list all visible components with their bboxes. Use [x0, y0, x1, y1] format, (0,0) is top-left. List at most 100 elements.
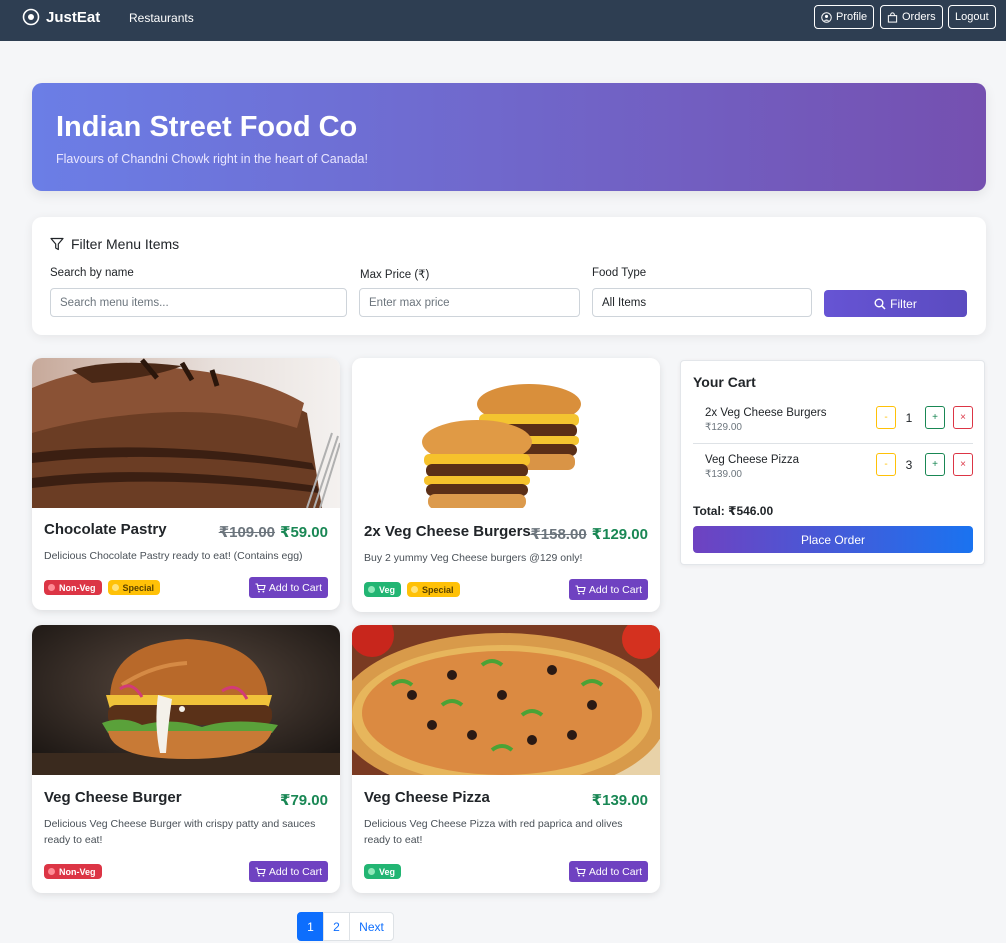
logout-label: Logout	[955, 11, 989, 23]
two-burgers-image	[352, 358, 660, 508]
page-2-button[interactable]: 2	[323, 912, 350, 941]
cart-item: 2x Veg Cheese Burgers ₹129.00 - 1 + ×	[693, 401, 973, 447]
item-price: ₹109.00 ₹59.00	[219, 523, 328, 541]
item-new-price: ₹139.00	[591, 792, 648, 809]
increase-qty-button[interactable]: +	[925, 453, 945, 476]
cart-item-price: ₹139.00	[705, 469, 742, 480]
add-to-cart-label: Add to Cart	[588, 865, 642, 878]
add-to-cart-button[interactable]: Add to Cart	[248, 577, 328, 598]
pagination: 1 2 Next	[297, 912, 394, 941]
item-description: Delicious Veg Cheese Burger with crispy …	[44, 818, 316, 846]
veg-badge: Veg	[364, 864, 402, 879]
page-1-button[interactable]: 1	[297, 912, 324, 941]
star-icon	[111, 584, 119, 591]
navbar: JustEat Restaurants Profile Orders Logou…	[0, 0, 1006, 41]
item-name: Veg Cheese Pizza	[364, 789, 490, 806]
add-to-cart-label: Add to Cart	[268, 865, 322, 878]
max-price-label: Max Price (₹)	[360, 269, 430, 281]
cart-item-qty: 3	[905, 458, 913, 472]
item-badges: Non-Veg	[44, 864, 102, 879]
menu-card: Veg Cheese Pizza ₹139.00 Delicious Veg C…	[352, 625, 660, 893]
item-badges: Veg	[364, 864, 402, 879]
non-veg-badge: Non-Veg	[44, 864, 102, 879]
item-name: Veg Cheese Burger	[44, 789, 182, 806]
cart-item-qty: 1	[905, 411, 913, 425]
orders-label: Orders	[902, 11, 936, 23]
food-type-select[interactable]: All Items	[592, 288, 812, 317]
veg-cheese-pizza-image	[352, 625, 660, 775]
item-new-price: ₹59.00	[280, 524, 328, 541]
decrease-qty-button[interactable]: -	[876, 453, 896, 476]
menu-card: Veg Cheese Burger ₹79.00 Delicious Veg C…	[32, 625, 340, 893]
search-icon	[874, 298, 886, 310]
cart-item-price: ₹129.00	[705, 422, 742, 433]
cart-total: Total: ₹546.00	[693, 504, 774, 518]
badge-label: Non-Veg	[59, 582, 96, 593]
profile-label: Profile	[836, 11, 868, 23]
nav-link-restaurants[interactable]: Restaurants	[129, 11, 194, 25]
restaurant-subtitle: Flavours of Chandni Chowk right in the h…	[56, 152, 368, 166]
menu-card: Chocolate Pastry ₹109.00 ₹59.00 Deliciou…	[32, 358, 340, 610]
decrease-qty-button[interactable]: -	[876, 406, 896, 429]
filter-title: Filter Menu Items	[71, 236, 180, 252]
food-type-value: All Items	[602, 296, 647, 309]
item-name: Chocolate Pastry	[44, 521, 167, 538]
add-to-cart-button[interactable]: Add to Cart	[568, 861, 648, 882]
cart-panel: Your Cart 2x Veg Cheese Burgers ₹129.00 …	[680, 360, 985, 565]
item-old-price: ₹158.00	[530, 526, 587, 543]
search-input[interactable]	[50, 288, 347, 317]
cart-item-name: 2x Veg Cheese Burgers	[705, 407, 827, 419]
brand-logo[interactable]: JustEat	[22, 8, 100, 26]
item-new-price: ₹79.00	[280, 792, 328, 809]
max-price-input[interactable]	[359, 288, 580, 317]
cart-icon	[575, 584, 586, 594]
badge-label: Veg	[379, 584, 396, 595]
next-page-button[interactable]: Next	[349, 912, 394, 941]
item-old-price: ₹109.00	[218, 524, 276, 541]
funnel-icon	[50, 237, 64, 251]
item-badges: Veg Special	[364, 582, 460, 597]
profile-button[interactable]: Profile	[814, 5, 875, 29]
add-to-cart-button[interactable]: Add to Cart	[248, 861, 328, 882]
star-icon	[411, 586, 419, 593]
remove-item-button[interactable]: ×	[953, 453, 973, 476]
cart-icon	[575, 866, 586, 876]
item-description: Buy 2 yummy Veg Cheese burgers @129 only…	[364, 552, 583, 564]
brand-name: JustEat	[46, 8, 101, 26]
veg-badge: Veg	[364, 582, 402, 597]
non-veg-badge: Non-Veg	[44, 580, 102, 595]
item-price: ₹158.00 ₹129.00	[530, 525, 648, 543]
add-to-cart-label: Add to Cart	[588, 583, 642, 596]
brand-icon	[22, 8, 40, 26]
badge-label: Non-Veg	[59, 866, 96, 877]
orders-button[interactable]: Orders	[880, 5, 943, 29]
chocolate-pastry-image	[32, 358, 340, 508]
cart-title: Your Cart	[693, 374, 756, 390]
place-order-label: Place Order	[800, 532, 866, 547]
add-to-cart-label: Add to Cart	[268, 581, 322, 594]
dot-icon	[48, 584, 55, 591]
dot-icon	[48, 868, 55, 875]
menu-card: 2x Veg Cheese Burgers ₹158.00 ₹129.00 Bu…	[352, 358, 660, 612]
special-badge: Special	[407, 582, 460, 597]
increase-qty-button[interactable]: +	[925, 406, 945, 429]
item-badges: Non-Veg Special	[44, 580, 161, 595]
badge-label: Special	[422, 584, 454, 595]
badge-label: Veg	[379, 866, 396, 877]
item-price: ₹139.00	[592, 791, 648, 809]
badge-label: Special	[122, 582, 155, 593]
dot-icon	[368, 586, 375, 593]
cart-icon	[255, 866, 266, 876]
place-order-button[interactable]: Place Order	[693, 526, 973, 553]
bag-icon	[887, 11, 898, 23]
logout-button[interactable]: Logout	[948, 5, 996, 29]
restaurant-title: Indian Street Food Co	[56, 111, 358, 143]
cart-item: Veg Cheese Pizza ₹139.00 - 3 + ×	[693, 448, 973, 494]
special-badge: Special	[107, 580, 161, 595]
filter-button-label: Filter	[890, 296, 917, 311]
filter-button[interactable]: Filter	[824, 290, 967, 317]
remove-item-button[interactable]: ×	[953, 406, 973, 429]
search-label: Search by name	[50, 267, 134, 279]
filter-panel: Filter Menu Items Search by name Max Pri…	[32, 217, 986, 335]
add-to-cart-button[interactable]: Add to Cart	[568, 579, 648, 600]
